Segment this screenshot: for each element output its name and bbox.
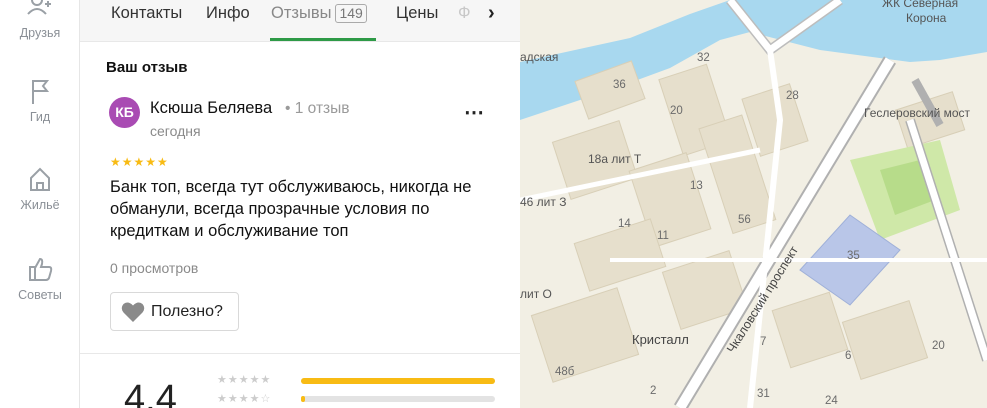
tab-contacts[interactable]: Контакты	[111, 4, 182, 23]
rail-item-tips-label: Советы	[18, 288, 62, 302]
tab-prices[interactable]: Цены	[396, 4, 438, 23]
house-icon	[30, 167, 50, 191]
map-num: 11	[657, 230, 669, 242]
tab-bar: Контакты Инфо Отзывы 149 Цены Ф ›	[80, 0, 520, 42]
map-num: 32	[697, 52, 710, 64]
org-panel: Контакты Инфо Отзывы 149 Цены Ф › Ваш отз…	[80, 0, 520, 408]
map-num: 28	[786, 90, 799, 102]
rail-item-guide-label: Гид	[29, 110, 51, 124]
heart-icon	[121, 302, 145, 322]
rating-bar-5[interactable]	[301, 378, 495, 384]
map-canvas[interactable]	[520, 0, 987, 408]
friends-icon	[27, 0, 51, 15]
map-label-bridge[interactable]: Геслеровский мост	[864, 106, 970, 120]
map-num: 36	[613, 79, 626, 91]
avatar[interactable]: КБ	[109, 97, 140, 128]
map-num: 56	[738, 214, 751, 226]
author-name[interactable]: Ксюша Беляева	[150, 99, 272, 118]
map-num: 24	[825, 395, 838, 407]
map-num: 6	[845, 350, 852, 362]
more-options-icon[interactable]: ⋯	[464, 100, 485, 125]
section-title: Ваш отзыв	[106, 59, 188, 76]
rating-bar-4-fill	[301, 396, 305, 402]
review-date: сегодня	[150, 123, 201, 139]
average-rating: 4.4	[124, 378, 177, 408]
bar-stars-5: ★★★★★	[217, 374, 272, 386]
rail-item-tips[interactable]: Советы	[0, 254, 80, 302]
map-label-lit-o: лит О	[520, 287, 552, 301]
tab-more-partial[interactable]: Ф	[458, 4, 471, 23]
map-num: 13	[690, 180, 703, 192]
map-label-lit-t: 18а лит Т	[588, 152, 642, 166]
rating-bar-4[interactable]	[301, 396, 495, 402]
map-num: 20	[932, 340, 945, 352]
review-text: Банк топ, всегда тут обслуживаюсь, никог…	[110, 178, 472, 240]
map-num: 35	[847, 250, 860, 262]
review-stars: ★★★★★	[110, 155, 169, 169]
map-num: 20	[670, 105, 683, 117]
map-label-lit-z: 46 лит З	[520, 195, 567, 209]
map-label-kristall[interactable]: Кристалл	[632, 332, 689, 347]
map-num: 7	[760, 336, 767, 348]
rail-item-housing-label: Жильё	[20, 198, 60, 212]
tab-reviews-label: Отзывы	[271, 4, 332, 22]
thumbs-up-icon	[29, 257, 53, 281]
rating-bar-5-fill	[301, 378, 495, 384]
rail-item-friends[interactable]: Друзья	[0, 0, 80, 40]
useful-button[interactable]: Полезно?	[110, 292, 239, 331]
chevron-right-icon[interactable]: ›	[488, 2, 495, 25]
views-count: 0 просмотров	[110, 260, 199, 276]
map-num: 48б	[555, 366, 575, 378]
tab-reviews[interactable]: Отзывы 149	[271, 4, 367, 23]
map-num: 14	[618, 218, 631, 230]
bar-stars-4: ★★★★☆	[217, 393, 272, 405]
author-review-count: • 1 отзыв	[285, 100, 350, 117]
rail-item-guide[interactable]: Гид	[0, 76, 80, 124]
map-label-zhk[interactable]: ЖК Северная	[882, 0, 958, 10]
rail-item-housing[interactable]: Жильё	[0, 164, 80, 212]
map-label-zhk-2[interactable]: Корона	[906, 11, 946, 25]
map-view[interactable]: ЖК Северная Корона Геслеровский мост адс…	[520, 0, 987, 408]
rail-item-friends-label: Друзья	[19, 26, 61, 40]
tab-info[interactable]: Инфо	[206, 4, 250, 23]
left-rail: Друзья Гид Жильё Советы	[0, 0, 80, 408]
reviews-count-badge: 149	[335, 4, 367, 23]
active-tab-indicator	[270, 38, 376, 41]
divider	[80, 353, 520, 354]
map-num: 31	[757, 388, 770, 400]
useful-button-label: Полезно?	[151, 302, 223, 320]
map-num: 2	[650, 385, 657, 397]
map-label-street[interactable]: адская	[520, 50, 558, 64]
flag-icon	[32, 80, 50, 104]
